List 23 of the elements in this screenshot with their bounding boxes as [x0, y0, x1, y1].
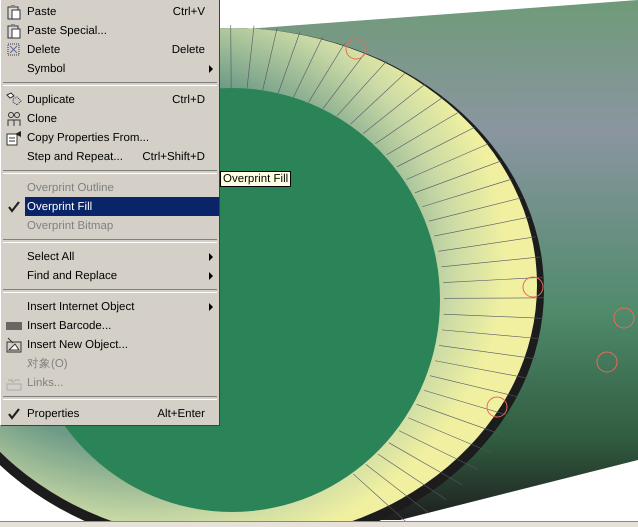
people-icon — [6, 110, 22, 126]
insert-object-icon — [6, 336, 22, 352]
menu-item[interactable]: Step and Repeat... Ctrl+Shift+D — [3, 147, 219, 166]
menu-item[interactable]: Delete Delete — [3, 40, 219, 59]
duplicate-icon — [6, 92, 22, 108]
menu-item[interactable]: Symbol — [3, 59, 219, 78]
menu-item[interactable]: Insert Internet Object — [3, 297, 219, 316]
menu-item[interactable]: Overprint Fill — [3, 197, 219, 216]
menu-item[interactable]: Insert New Object... — [3, 335, 219, 354]
menu-item[interactable]: Properties Alt+Enter — [3, 404, 219, 423]
tooltip: Overprint Fill — [220, 171, 292, 187]
menu-item[interactable]: Paste Ctrl+V — [3, 2, 219, 21]
clipboard-icon — [6, 4, 22, 20]
clipboard-icon — [6, 22, 22, 38]
menu-item[interactable]: Find and Replace — [3, 266, 219, 285]
document-arrow-icon — [6, 130, 22, 146]
dotted-selection-icon — [6, 42, 22, 58]
menu-item[interactable]: Select All — [3, 247, 219, 266]
menu-item[interactable]: Clone — [3, 109, 219, 128]
menu-item[interactable]: Copy Properties From... — [3, 128, 219, 147]
menu-item[interactable]: Duplicate Ctrl+D — [3, 90, 219, 109]
menu-item[interactable]: Paste Special... — [3, 21, 219, 40]
menu-item[interactable]: Insert Barcode... — [3, 316, 219, 335]
